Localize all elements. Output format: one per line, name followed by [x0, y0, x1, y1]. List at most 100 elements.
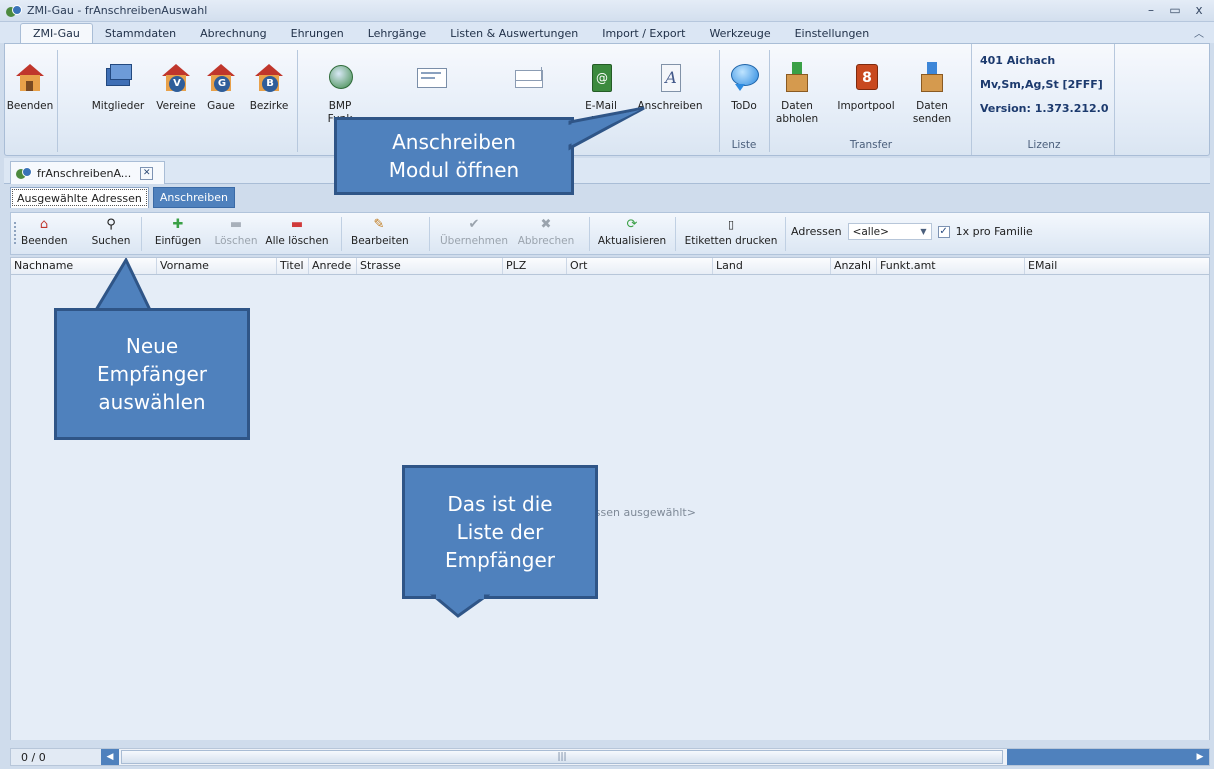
col-plz[interactable]: PLZ: [503, 258, 567, 274]
importpool-icon: 8: [849, 62, 883, 94]
maximize-button[interactable]: ▭: [1166, 2, 1184, 18]
tab-einstellungen[interactable]: Einstellungen: [783, 23, 882, 43]
toolbar-etiketten-button[interactable]: ▯ Etiketten drucken: [683, 217, 779, 247]
plus-icon: ✚: [172, 217, 184, 232]
tab-stammdaten[interactable]: Stammdaten: [93, 23, 188, 43]
members-icon: [101, 62, 135, 94]
pro-familie-label: 1x pro Familie: [955, 225, 1033, 238]
check-icon: ✔: [468, 217, 480, 232]
col-anrede[interactable]: Anrede: [309, 258, 357, 274]
license-line-2: Mv,Sm,Ag,St [2FFF]: [980, 78, 1103, 91]
col-anzahl[interactable]: Anzahl: [831, 258, 877, 274]
toolbar-suchen-button[interactable]: ⚲ Suchen: [89, 217, 133, 247]
card-icon: [415, 62, 449, 94]
speech-bubble-icon: [727, 62, 761, 94]
ribbon-todo-button[interactable]: ToDo: [723, 62, 765, 113]
minus-icon: ▬: [229, 217, 243, 232]
callout-anschreiben-tail: [568, 106, 645, 151]
toolbar-alle-loeschen-button[interactable]: ▬ Alle löschen: [265, 217, 329, 247]
pro-familie-checkbox[interactable]: ✓: [937, 225, 950, 238]
grid-header: Nachname Vorname Titel Anrede Strasse PL…: [10, 257, 1210, 275]
toolbar: ⌂ Beenden ⚲ Suchen ✚ Einfügen ▬ Löschen …: [10, 212, 1210, 255]
ribbon-importpool-button[interactable]: 8 Importpool: [835, 62, 897, 113]
toolbar-beenden-button[interactable]: ⌂ Beenden: [21, 217, 68, 247]
callout-empfaenger-box: Neue Empfänger auswählen: [54, 308, 250, 440]
group-label-lizenz: Lizenz: [1027, 139, 1061, 151]
tab-ausgewaehlte-adressen[interactable]: Ausgewählte Adressen: [10, 187, 149, 208]
toolbar-grip[interactable]: [14, 222, 16, 244]
ribbon-brief-button[interactable]: [509, 62, 549, 100]
house-icon: [13, 62, 47, 94]
toolbar-abbrechen-button[interactable]: ✖ Abbrechen: [517, 217, 575, 247]
group-label-transfer: Transfer: [849, 139, 893, 151]
toolbar-uebernehmen-button[interactable]: ✔ Übernehmen: [439, 217, 509, 247]
refresh-icon: ⟳: [626, 217, 638, 232]
col-strasse[interactable]: Strasse: [357, 258, 503, 274]
house-icon: ⌂: [39, 217, 49, 232]
scroll-left-icon[interactable]: ◀: [101, 749, 119, 765]
grid-footer: 0 / 0 ◀ ||| ▶: [10, 748, 1210, 766]
email-icon: @: [584, 62, 618, 94]
inner-tabs: Ausgewählte Adressen Anschreiben: [10, 187, 235, 209]
close-tab-icon[interactable]: ✕: [140, 166, 154, 180]
label-icon: ▯: [727, 218, 735, 231]
ribbon-daten-abholen-button[interactable]: Daten abholen: [773, 62, 821, 126]
tab-abrechnung[interactable]: Abrechnung: [188, 23, 278, 43]
ribbon-vereine-button[interactable]: V Vereine: [153, 62, 199, 113]
pencil-icon: ✎: [373, 217, 385, 232]
tab-zmi-gau[interactable]: ZMI-Gau: [20, 23, 93, 43]
ribbon-bezirke-button[interactable]: B Bezirke: [247, 62, 291, 113]
ribbon-mitglieder-button[interactable]: Mitglieder: [87, 62, 149, 113]
document-tab-label: frAnschreibenA...: [37, 166, 132, 180]
ribbon-beenden-button[interactable]: Beenden: [5, 62, 55, 113]
house-b-icon: B: [252, 62, 286, 94]
col-land[interactable]: Land: [713, 258, 831, 274]
callout-anschreiben-box: Anschreiben Modul öffnen: [334, 117, 574, 195]
box-download-icon: [780, 62, 814, 94]
license-line-3: Version: 1.373.212.0: [980, 102, 1109, 115]
adressen-label: Adressen: [791, 225, 842, 238]
scroll-thumb[interactable]: |||: [121, 750, 1003, 764]
minus-red-icon: ▬: [290, 217, 304, 232]
tab-import-export[interactable]: Import / Export: [590, 23, 697, 43]
grid-empty-text: essen ausgewählt>: [588, 506, 696, 519]
toolbar-loeschen-button[interactable]: ▬ Löschen: [211, 217, 261, 247]
ribbon-serienbrief-button[interactable]: [409, 62, 455, 100]
house-g-icon: G: [204, 62, 238, 94]
col-ort[interactable]: Ort: [567, 258, 713, 274]
close-button[interactable]: x: [1190, 2, 1208, 18]
window-titlebar: ZMI-Gau - frAnschreibenAuswahl – ▭ x: [0, 0, 1214, 22]
col-titel[interactable]: Titel: [277, 258, 309, 274]
adressen-select[interactable]: <alle> ▼: [847, 223, 932, 240]
ribbon-gaue-button[interactable]: G Gaue: [201, 62, 241, 113]
tab-ehrungen[interactable]: Ehrungen: [279, 23, 356, 43]
document-a-icon: A: [653, 62, 687, 94]
minimize-button[interactable]: –: [1142, 2, 1160, 18]
tab-listen-auswertungen[interactable]: Listen & Auswertungen: [438, 23, 590, 43]
tab-anschreiben[interactable]: Anschreiben: [152, 187, 235, 208]
chevron-down-icon: ▼: [920, 227, 927, 236]
tab-lehrgaenge[interactable]: Lehrgänge: [356, 23, 438, 43]
col-email[interactable]: EMail: [1025, 258, 1209, 274]
col-vorname[interactable]: Vorname: [157, 258, 277, 274]
toolbar-bearbeiten-button[interactable]: ✎ Bearbeiten: [351, 217, 409, 247]
group-label-liste: Liste: [731, 139, 757, 151]
document-tab[interactable]: frAnschreibenA... ✕: [10, 161, 165, 184]
tab-werkzeuge[interactable]: Werkzeuge: [697, 23, 782, 43]
box-upload-icon: [915, 62, 949, 94]
ribbon-daten-senden-button[interactable]: Daten senden: [909, 62, 955, 126]
toolbar-einfuegen-button[interactable]: ✚ Einfügen: [153, 217, 203, 247]
document-tabbar: frAnschreibenA... ✕: [4, 158, 1210, 184]
app-icon: [16, 166, 32, 180]
search-icon: ⚲: [106, 217, 116, 232]
col-funkt-amt[interactable]: Funkt.amt: [877, 258, 1025, 274]
scroll-right-icon[interactable]: ▶: [1191, 749, 1209, 765]
x-icon: ✖: [540, 217, 552, 232]
license-line-1: 401 Aichach: [980, 54, 1056, 67]
adressen-filter: Adressen <alle> ▼ ✓ 1x pro Familie: [791, 223, 1033, 240]
toolbar-aktualisieren-button[interactable]: ⟳ Aktualisieren: [597, 217, 667, 247]
ribbon-collapse-icon[interactable]: ︿: [1194, 25, 1204, 40]
horizontal-scrollbar[interactable]: ◀ ||| ▶: [101, 749, 1209, 765]
house-v-icon: V: [159, 62, 193, 94]
envelope-icon: [512, 62, 546, 94]
